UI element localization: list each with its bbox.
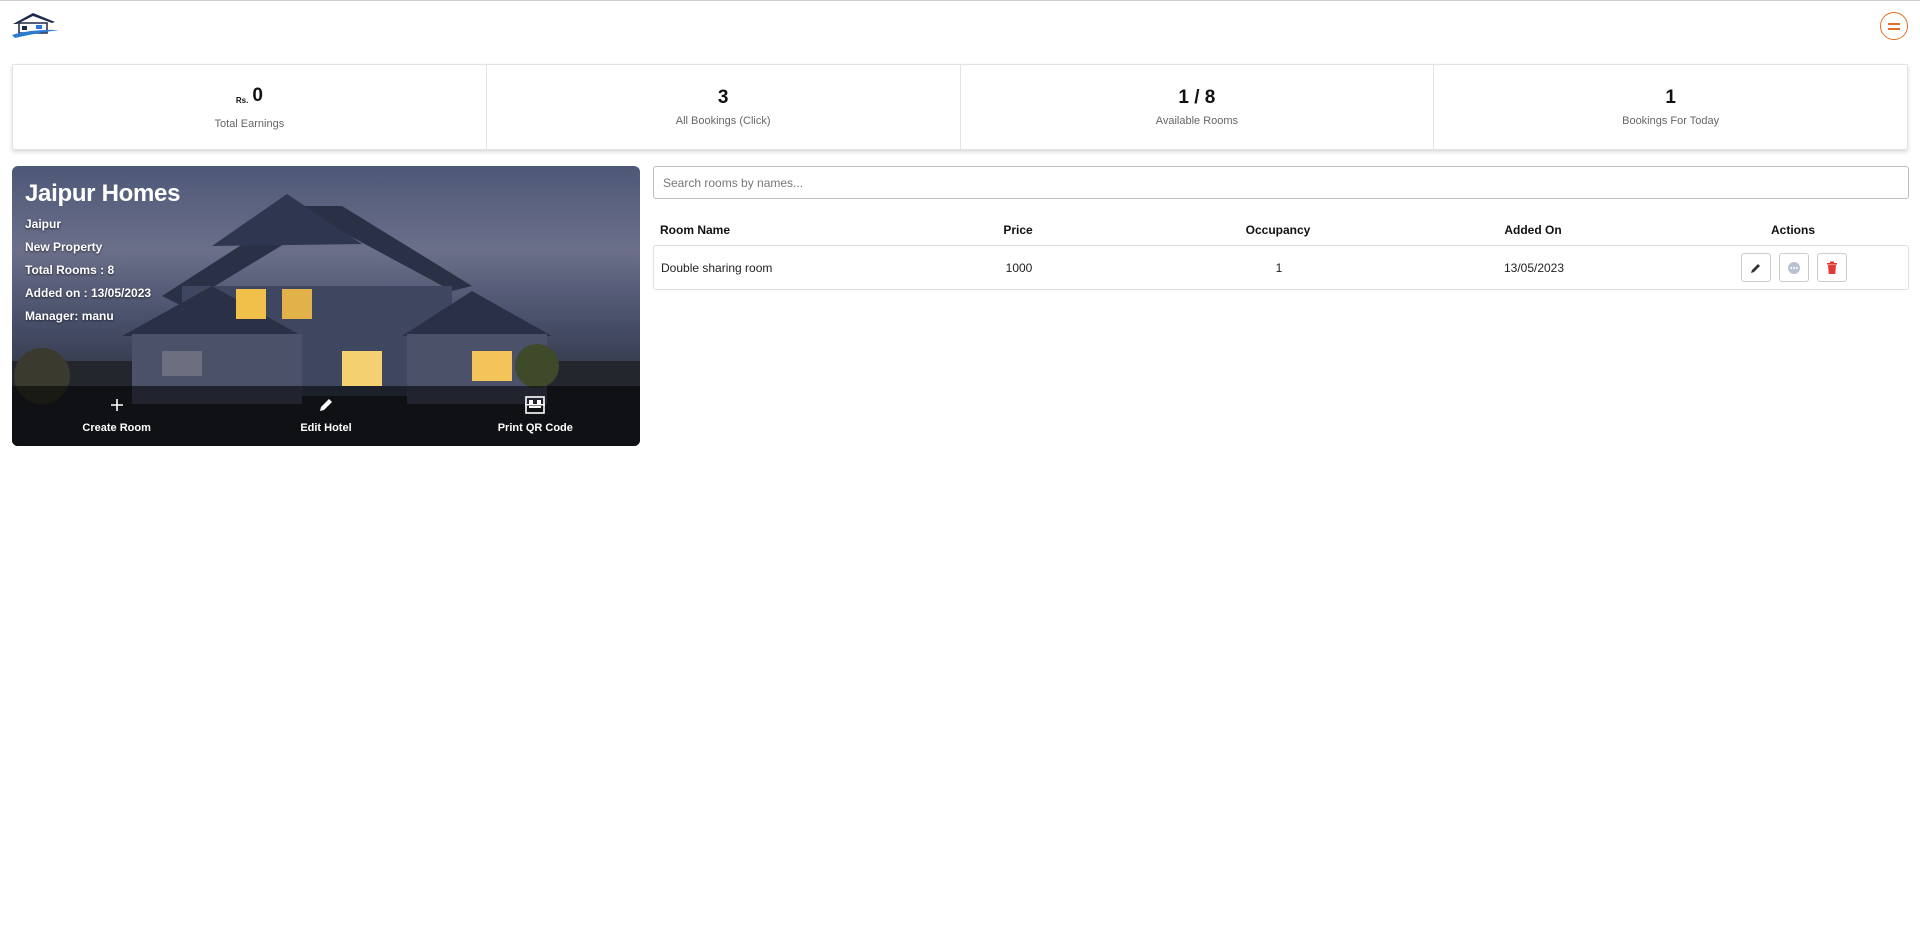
pencil-icon: [315, 394, 337, 416]
cell-actions: [1724, 246, 1864, 289]
cell-occupancy: 1: [1275, 260, 1283, 275]
hotel-added-on: Added on : 13/05/2023: [25, 286, 180, 300]
stat-value: 3: [717, 87, 729, 108]
added-on-label: Added on :: [25, 286, 91, 300]
top-bar: [0, 0, 1920, 48]
stat-label: All Bookings (Click): [675, 115, 771, 127]
print-qr-code-button[interactable]: Print QR Code: [455, 386, 615, 446]
menu-icon[interactable]: [1880, 12, 1908, 40]
create-room-button[interactable]: Create Room: [37, 386, 197, 446]
hotel-manager: Manager: manu: [25, 309, 180, 323]
edit-room-button[interactable]: [1741, 253, 1771, 282]
total-rooms-label: Total Rooms :: [25, 263, 108, 277]
more-icon: [1788, 261, 1800, 274]
hotel-card-actions: Create Room Edit Hotel Print QR Code: [12, 386, 640, 446]
header-room-name: Room Name: [660, 223, 731, 237]
manager-value: manu: [81, 309, 114, 323]
stat-value: 1: [1665, 87, 1676, 108]
edit-icon: [1751, 263, 1760, 273]
header-added-on: Added On: [1504, 223, 1562, 237]
cell-price: 1000: [1005, 260, 1033, 275]
delete-icon: [1827, 261, 1837, 274]
stat-all-bookings[interactable]: 3 All Bookings (Click): [487, 65, 961, 149]
currency-label: Rs.: [235, 95, 249, 105]
header-actions: Actions: [1770, 223, 1815, 237]
cell-room-name: Double sharing room: [661, 260, 773, 275]
search-input[interactable]: [653, 166, 1909, 199]
stats-bar: Rs. 0 Total Earnings 3 All Bookings (Clic…: [12, 64, 1908, 150]
earnings-value: 0: [252, 84, 263, 106]
create-room-label: Create Room: [82, 422, 151, 434]
manager-label: Manager:: [25, 309, 82, 323]
plus-icon: [106, 394, 128, 416]
hotel-info: Jaipur Homes Jaipur New Property Total R…: [25, 180, 180, 332]
stat-value: Rs. 0: [236, 85, 263, 112]
table-row: Double sharing room 1000 1 13/05/2023: [653, 245, 1909, 290]
stat-value: 1 / 8: [1178, 87, 1216, 108]
header-occupancy: Occupancy: [1245, 223, 1311, 237]
hotel-city: Jaipur: [25, 217, 62, 231]
hotel-total-rooms: Total Rooms : 8: [25, 263, 180, 277]
stat-label: Total Earnings: [214, 117, 285, 130]
added-on-value: 13/05/2023: [91, 286, 152, 300]
stat-available-rooms: 1 / 8 Available Rooms: [961, 65, 1435, 149]
qr-code-icon: [524, 394, 546, 416]
stat-label: Available Rooms: [1155, 115, 1239, 127]
hotel-tag: New Property: [25, 240, 103, 254]
delete-room-button[interactable]: [1817, 253, 1847, 282]
print-qr-code-label: Print QR Code: [497, 422, 573, 434]
header-price: Price: [1003, 223, 1033, 237]
hotel-name: Jaipur Homes: [25, 180, 181, 207]
table-header: Room Name Price Occupancy Added On Actio…: [653, 220, 1909, 240]
cell-added-on: 13/05/2023: [1503, 260, 1565, 275]
total-rooms-value: 8: [107, 263, 115, 277]
stat-bookings-today: 1 Bookings For Today: [1434, 65, 1907, 149]
stat-label: Bookings For Today: [1622, 115, 1720, 127]
more-options-button[interactable]: [1779, 253, 1809, 282]
house-logo-icon[interactable]: [11, 11, 61, 39]
edit-hotel-button[interactable]: Edit Hotel: [246, 386, 406, 446]
hotel-card: Jaipur Homes Jaipur New Property Total R…: [12, 166, 640, 446]
edit-hotel-label: Edit Hotel: [300, 422, 352, 434]
stat-total-earnings: Rs. 0 Total Earnings: [13, 65, 487, 149]
